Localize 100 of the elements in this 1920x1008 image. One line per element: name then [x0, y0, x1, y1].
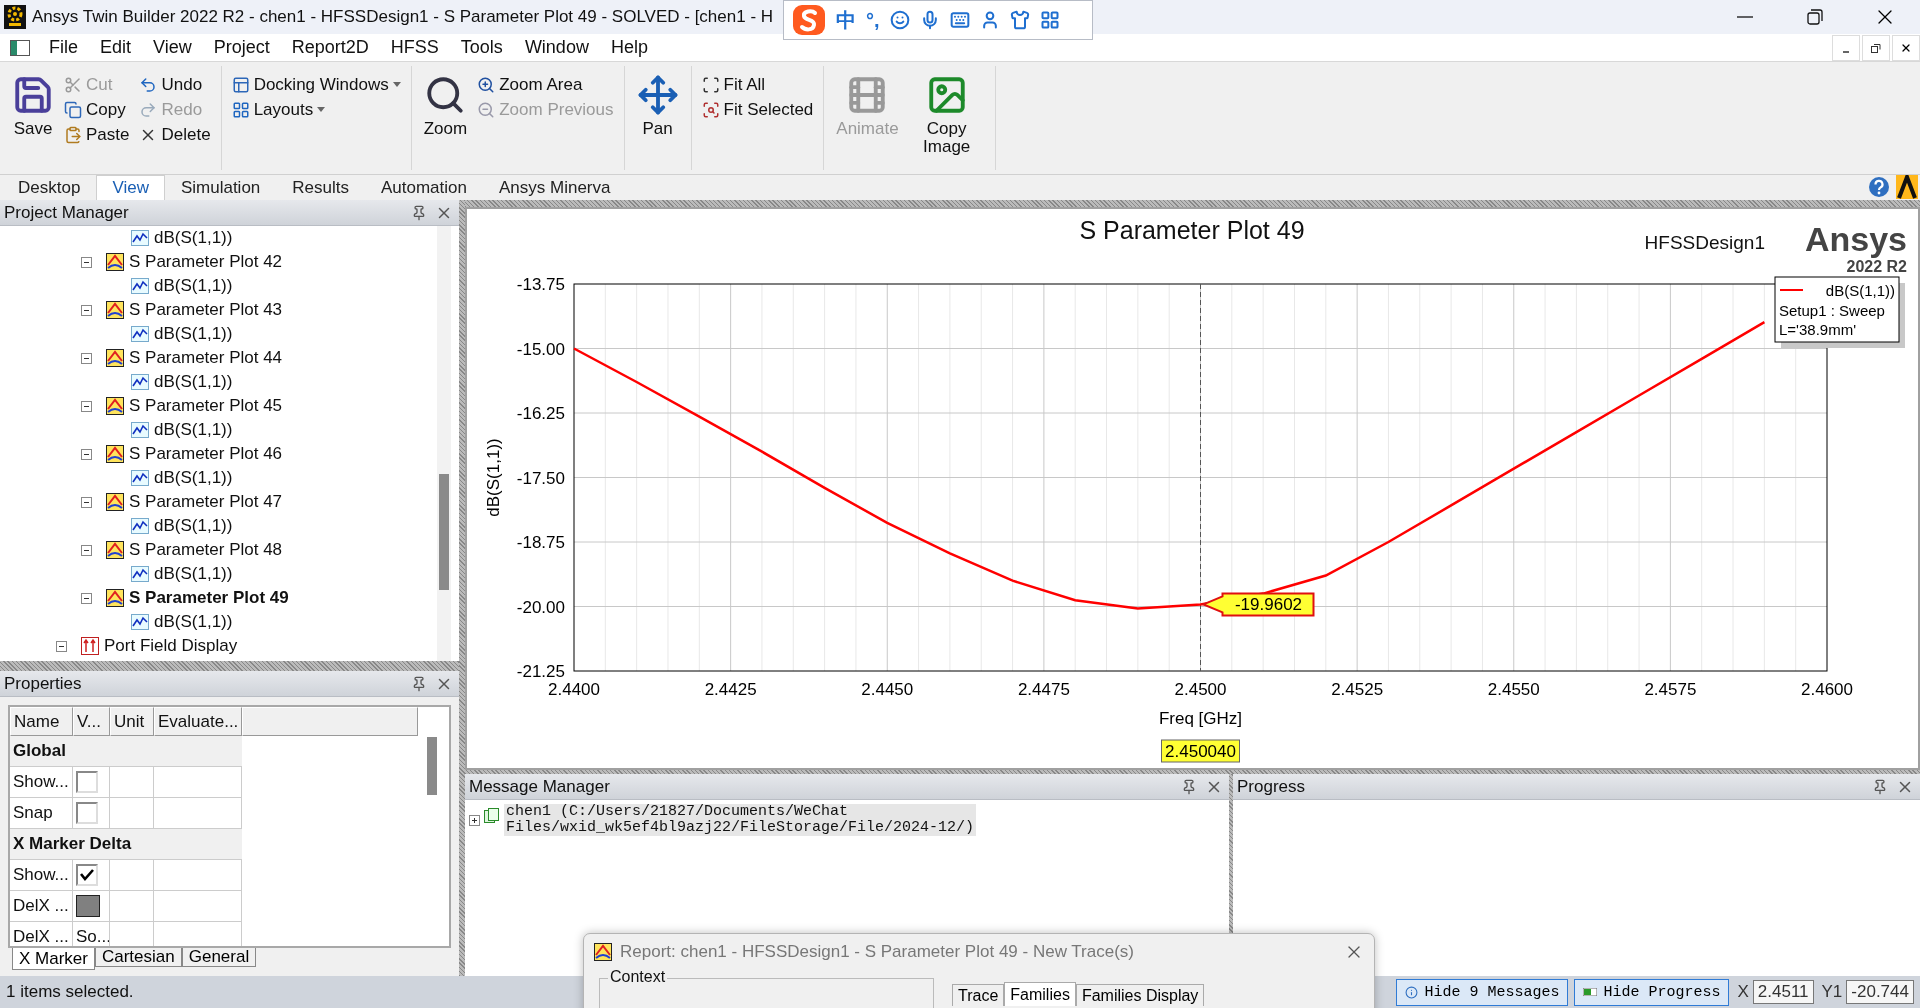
tree-item[interactable]: S Parameter Plot 44 [129, 348, 283, 368]
ribbon-tab[interactable]: View [96, 175, 165, 200]
ribbon-button[interactable]: Copy [62, 97, 132, 122]
collapse-icon[interactable] [56, 640, 67, 652]
ribbon-button[interactable]: Fit Selected [699, 97, 816, 122]
status-button[interactable]: Hide Progress [1574, 978, 1730, 1006]
tree-item[interactable]: dB(S(1,1)) [154, 372, 233, 392]
ribbon-button[interactable]: Undo [137, 72, 213, 97]
tree-item[interactable]: dB(S(1,1)) [154, 324, 233, 344]
tree-item[interactable]: S Parameter Plot 47 [129, 492, 283, 512]
port-field-icon [81, 637, 99, 655]
ribbon-tab[interactable]: Ansys Minerva [483, 175, 627, 200]
ribbon-tab[interactable]: Results [276, 175, 365, 200]
panel-tab[interactable]: General [181, 948, 257, 967]
pin-icon[interactable] [411, 204, 427, 221]
panel-title: Properties [4, 673, 83, 694]
tree-item[interactable]: dB(S(1,1)) [154, 612, 233, 632]
tree-item[interactable]: S Parameter Plot 45 [129, 396, 283, 416]
tree-item[interactable]: S Parameter Plot 43 [129, 300, 283, 320]
ribbon-tab[interactable]: Simulation [164, 175, 277, 200]
column-header[interactable]: V... [73, 707, 110, 736]
checkbox[interactable] [76, 864, 98, 886]
tree-item[interactable]: Port Field Display [104, 636, 238, 656]
ribbon-button[interactable]: Copy Image [906, 72, 987, 158]
tree-item[interactable]: dB(S(1,1)) [154, 228, 233, 248]
tree-item[interactable]: dB(S(1,1)) [154, 516, 233, 536]
collapse-icon[interactable] [81, 400, 92, 412]
menu-item[interactable]: Project [202, 37, 281, 58]
menu-item[interactable]: Window [513, 37, 600, 58]
smiley-icon[interactable] [889, 10, 910, 30]
help-icon[interactable] [1868, 176, 1890, 198]
x-tick-label: 2.4475 [1017, 680, 1070, 699]
ribbon-button[interactable]: Fit All [699, 72, 816, 97]
input-method-logo-icon[interactable] [792, 3, 826, 37]
menu-item[interactable]: HFSS [379, 37, 450, 58]
panel-tab[interactable]: X Marker [12, 948, 95, 970]
column-header[interactable]: Evaluate... [154, 707, 242, 736]
tree-item[interactable]: S Parameter Plot 49 [129, 588, 289, 608]
keyboard-icon[interactable] [949, 10, 970, 30]
tree-item[interactable]: dB(S(1,1)) [154, 276, 233, 296]
x-tick-label: 2.4525 [1331, 680, 1384, 699]
collapse-icon[interactable] [81, 352, 92, 364]
ribbon-tab[interactable]: Automation [365, 175, 483, 200]
x-value-field[interactable]: 2.4511 [1752, 980, 1814, 1004]
plot-icon [106, 493, 124, 511]
ribbon-button[interactable]: Layouts [229, 97, 403, 122]
pin-icon[interactable] [411, 675, 427, 692]
restore-button[interactable] [1862, 34, 1890, 61]
ribbon-button[interactable]: Zoom Area [475, 72, 616, 97]
tree-item[interactable]: S Parameter Plot 46 [129, 444, 283, 464]
input-mode-toggle[interactable]: 中 [836, 6, 856, 34]
menu-item[interactable]: Help [599, 37, 659, 58]
status-button[interactable]: Hide 9 Messages [1396, 978, 1569, 1006]
panel-tab[interactable]: Cartesian [94, 948, 182, 967]
tree-item[interactable]: S Parameter Plot 48 [129, 540, 283, 560]
message-text[interactable]: chen1 (C:/Users/21827/Documents/WeChat Files/wxid_wk5ef4bl9azj22/FileStorage/File/2024-12/) [504, 804, 977, 836]
collapse-icon[interactable] [81, 256, 92, 268]
marker-line[interactable] [1200, 283, 1201, 672]
tree-item[interactable]: dB(S(1,1)) [154, 420, 233, 440]
dialog-tab[interactable]: Trace [952, 984, 1005, 1006]
checkbox[interactable] [76, 802, 98, 824]
menu-item[interactable]: Report2D [280, 37, 380, 58]
tree-item[interactable]: S Parameter Plot 42 [129, 252, 283, 272]
column-header[interactable]: Name [10, 707, 73, 736]
dialog-tab[interactable]: Families Display [1075, 984, 1205, 1006]
scrollbar-thumb[interactable] [427, 737, 437, 795]
shirt-icon[interactable] [1009, 10, 1030, 30]
ribbon-tab[interactable]: Desktop [2, 175, 97, 200]
x-tick-label: 2.4575 [1644, 680, 1697, 699]
ribbon-button[interactable]: Paste [62, 122, 132, 147]
y-tick-label: -15.00 [516, 339, 565, 359]
input-mode-toggle[interactable]: °, [866, 8, 880, 32]
ribbon-button[interactable]: Pan [632, 72, 683, 140]
collapse-icon[interactable] [81, 496, 92, 508]
expand-icon[interactable] [469, 815, 480, 826]
ribbon-button[interactable]: Delete [137, 122, 213, 147]
menu-item[interactable]: Edit [89, 37, 143, 58]
tree-item[interactable]: dB(S(1,1)) [154, 564, 233, 584]
ribbon-button[interactable]: Docking Windows [229, 72, 403, 97]
collapse-icon[interactable] [81, 544, 92, 556]
menu-item[interactable]: File [38, 37, 89, 58]
pin-icon[interactable] [1872, 778, 1888, 795]
menu-item[interactable]: Tools [449, 37, 514, 58]
ribbon-button[interactable]: Zoom [419, 72, 472, 140]
collapse-icon[interactable] [81, 592, 92, 604]
grid-icon[interactable] [1039, 10, 1060, 30]
tree-item[interactable]: dB(S(1,1)) [154, 468, 233, 488]
checkbox[interactable] [76, 771, 98, 793]
menu-item[interactable]: View [142, 37, 203, 58]
marker-value-label: -19.9602 [1200, 592, 1315, 617]
color-swatch[interactable] [76, 895, 100, 917]
scrollbar-thumb[interactable] [439, 474, 449, 590]
collapse-icon[interactable] [81, 448, 92, 460]
collapse-icon[interactable] [81, 304, 92, 316]
dialog-tab[interactable]: Families [1004, 982, 1076, 1006]
y-value-field[interactable]: -20.744 [1846, 980, 1914, 1004]
pin-icon[interactable] [1181, 778, 1197, 795]
x-tick-label: 2.4550 [1487, 680, 1540, 699]
column-header[interactable]: Unit [110, 707, 154, 736]
ribbon-button[interactable]: Save [8, 72, 58, 140]
